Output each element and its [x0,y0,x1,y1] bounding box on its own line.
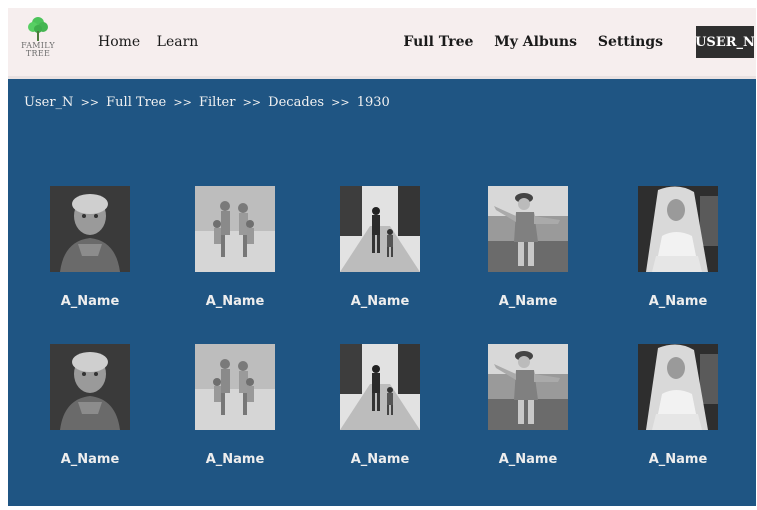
photo-tile[interactable]: A_Name [50,344,130,467]
photo-name: A_Name [350,294,410,309]
top-header: FAMILY TREE Home Learn Full Tree My Albu… [8,8,756,76]
photo-name: A_Name [498,452,558,467]
nav-learn-link[interactable]: Learn [157,34,199,50]
photo-name: A_Name [498,294,558,309]
breadcrumb: User_N >> Full Tree >> Filter >> Decades… [24,95,390,110]
nav-settings-link[interactable]: Settings [598,34,663,50]
nav-right: Full Tree My Albuns Settings [387,34,663,50]
elderly-woman-photo-icon [50,186,130,272]
breadcrumb-decades[interactable]: Decades [268,95,324,110]
photo-name: A_Name [60,452,120,467]
user-account-button[interactable]: USER_N [695,26,755,58]
photo-tile[interactable]: A_Name [340,344,420,467]
nav-home-link[interactable]: Home [98,34,140,50]
photo-tile[interactable]: A_Name [195,186,275,309]
breadcrumb-filter[interactable]: Filter [199,95,235,110]
family-beach-photo-icon [195,186,275,272]
photo-name: A_Name [205,294,265,309]
father-child-walking-photo-icon [340,344,420,430]
breadcrumb-separator: >> [80,96,99,109]
gallery-panel: User_N >> Full Tree >> Filter >> Decades… [8,79,756,506]
breadcrumb-separator: >> [331,96,350,109]
breadcrumb-1930: 1930 [356,95,390,110]
family-tree-logo[interactable]: FAMILY TREE [18,16,58,68]
breadcrumb-user[interactable]: User_N [24,95,73,110]
photo-tile[interactable]: A_Name [638,344,718,467]
photo-name: A_Name [648,294,708,309]
nav-left: Home Learn [98,34,210,50]
photo-tile[interactable]: A_Name [195,344,275,467]
photo-name: A_Name [350,452,410,467]
photo-name: A_Name [205,452,265,467]
photo-name: A_Name [60,294,120,309]
breadcrumb-full-tree[interactable]: Full Tree [106,95,166,110]
family-beach-photo-icon [195,344,275,430]
bride-veil-photo-icon [638,186,718,272]
photo-tile[interactable]: A_Name [488,344,568,467]
bride-veil-photo-icon [638,344,718,430]
elderly-woman-photo-icon [50,344,130,430]
photo-tile[interactable]: A_Name [488,186,568,309]
father-child-walking-photo-icon [340,186,420,272]
breadcrumb-separator: >> [173,96,192,109]
photo-tile[interactable]: A_Name [638,186,718,309]
app-frame: FAMILY TREE Home Learn Full Tree My Albu… [8,8,756,506]
nav-full-tree-link[interactable]: Full Tree [403,34,473,50]
tree-icon [28,17,48,41]
photo-tile[interactable]: A_Name [340,186,420,309]
photo-tile[interactable]: A_Name [50,186,130,309]
child-playing-photo-icon [488,344,568,430]
child-playing-photo-icon [488,186,568,272]
logo-text-tree: TREE [25,49,51,58]
photo-name: A_Name [648,452,708,467]
breadcrumb-separator: >> [242,96,262,109]
nav-my-albums-link[interactable]: My Albuns [494,34,577,50]
